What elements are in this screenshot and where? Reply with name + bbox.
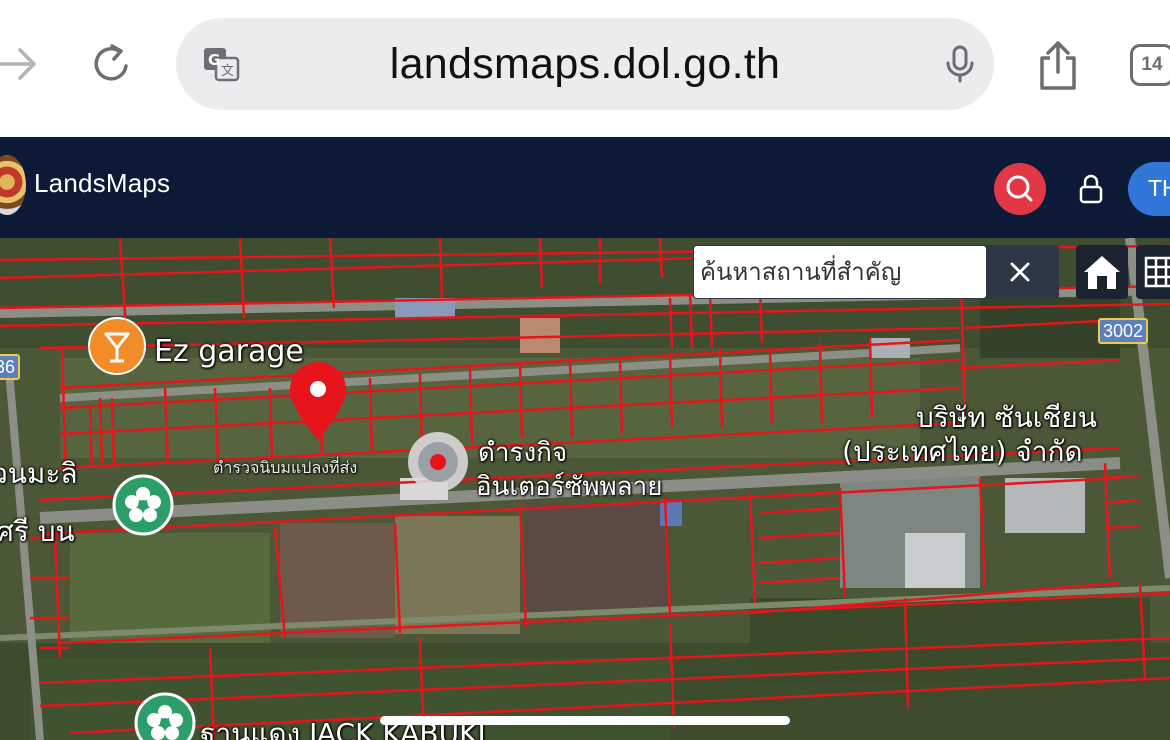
poi-label[interactable]: ศรี บน <box>0 510 75 554</box>
map-pin-icon[interactable] <box>288 360 348 442</box>
bar-icon[interactable] <box>84 316 150 382</box>
address-bar[interactable]: G 文 landsmaps.dol.go.th <box>176 18 994 110</box>
poi-label[interactable]: อินเตอร์ซัพพลาย <box>476 466 662 507</box>
poi-label[interactable]: ตำรวจนิบมแปลงที่ส่ง <box>213 456 357 481</box>
browser-toolbar: G 文 landsmaps.dol.go.th 14 <box>0 0 1170 137</box>
place-search-box <box>693 245 1059 299</box>
arrow-right-icon[interactable] <box>0 42 40 86</box>
microphone-icon[interactable] <box>944 44 976 84</box>
flower-icon[interactable] <box>132 690 198 740</box>
app-header: LandsMaps TH <box>0 137 1170 238</box>
grid-layers-button[interactable] <box>1136 245 1170 299</box>
close-icon[interactable] <box>1003 255 1037 289</box>
search-button[interactable] <box>994 163 1046 215</box>
grid-icon <box>1144 256 1170 288</box>
tab-count: 14 <box>1141 54 1163 75</box>
share-icon[interactable] <box>1036 40 1080 92</box>
app-title[interactable]: LandsMaps <box>34 168 170 199</box>
department-logo <box>0 155 26 215</box>
language-label: TH <box>1148 175 1170 201</box>
poi-label[interactable]: Ez garage <box>154 334 304 369</box>
poi-label[interactable]: (ประเทศไทย) จำกัด <box>842 430 1083 474</box>
flower-icon[interactable] <box>112 474 174 536</box>
tabs-icon[interactable]: 14 <box>1130 44 1170 86</box>
place-search-input[interactable] <box>694 246 986 298</box>
home-indicator[interactable] <box>380 716 790 725</box>
reload-icon[interactable] <box>88 40 136 88</box>
url-text[interactable]: landsmaps.dol.go.th <box>176 40 994 89</box>
home-button[interactable] <box>1076 245 1128 299</box>
target-icon[interactable] <box>406 430 470 494</box>
language-button[interactable]: TH <box>1128 162 1170 216</box>
road-number-badge: 36 <box>0 354 21 380</box>
road-number-badge: 3002 <box>1098 318 1149 344</box>
lock-icon[interactable] <box>1076 173 1106 205</box>
poi-label[interactable]: วนมะลิ <box>0 452 78 496</box>
search-icon <box>1006 175 1033 202</box>
home-icon <box>1084 256 1120 289</box>
map-view[interactable]: 36 3002 Ez garage ตำรวจนิบมแปลงที่ส่ง ดำ… <box>0 238 1170 740</box>
